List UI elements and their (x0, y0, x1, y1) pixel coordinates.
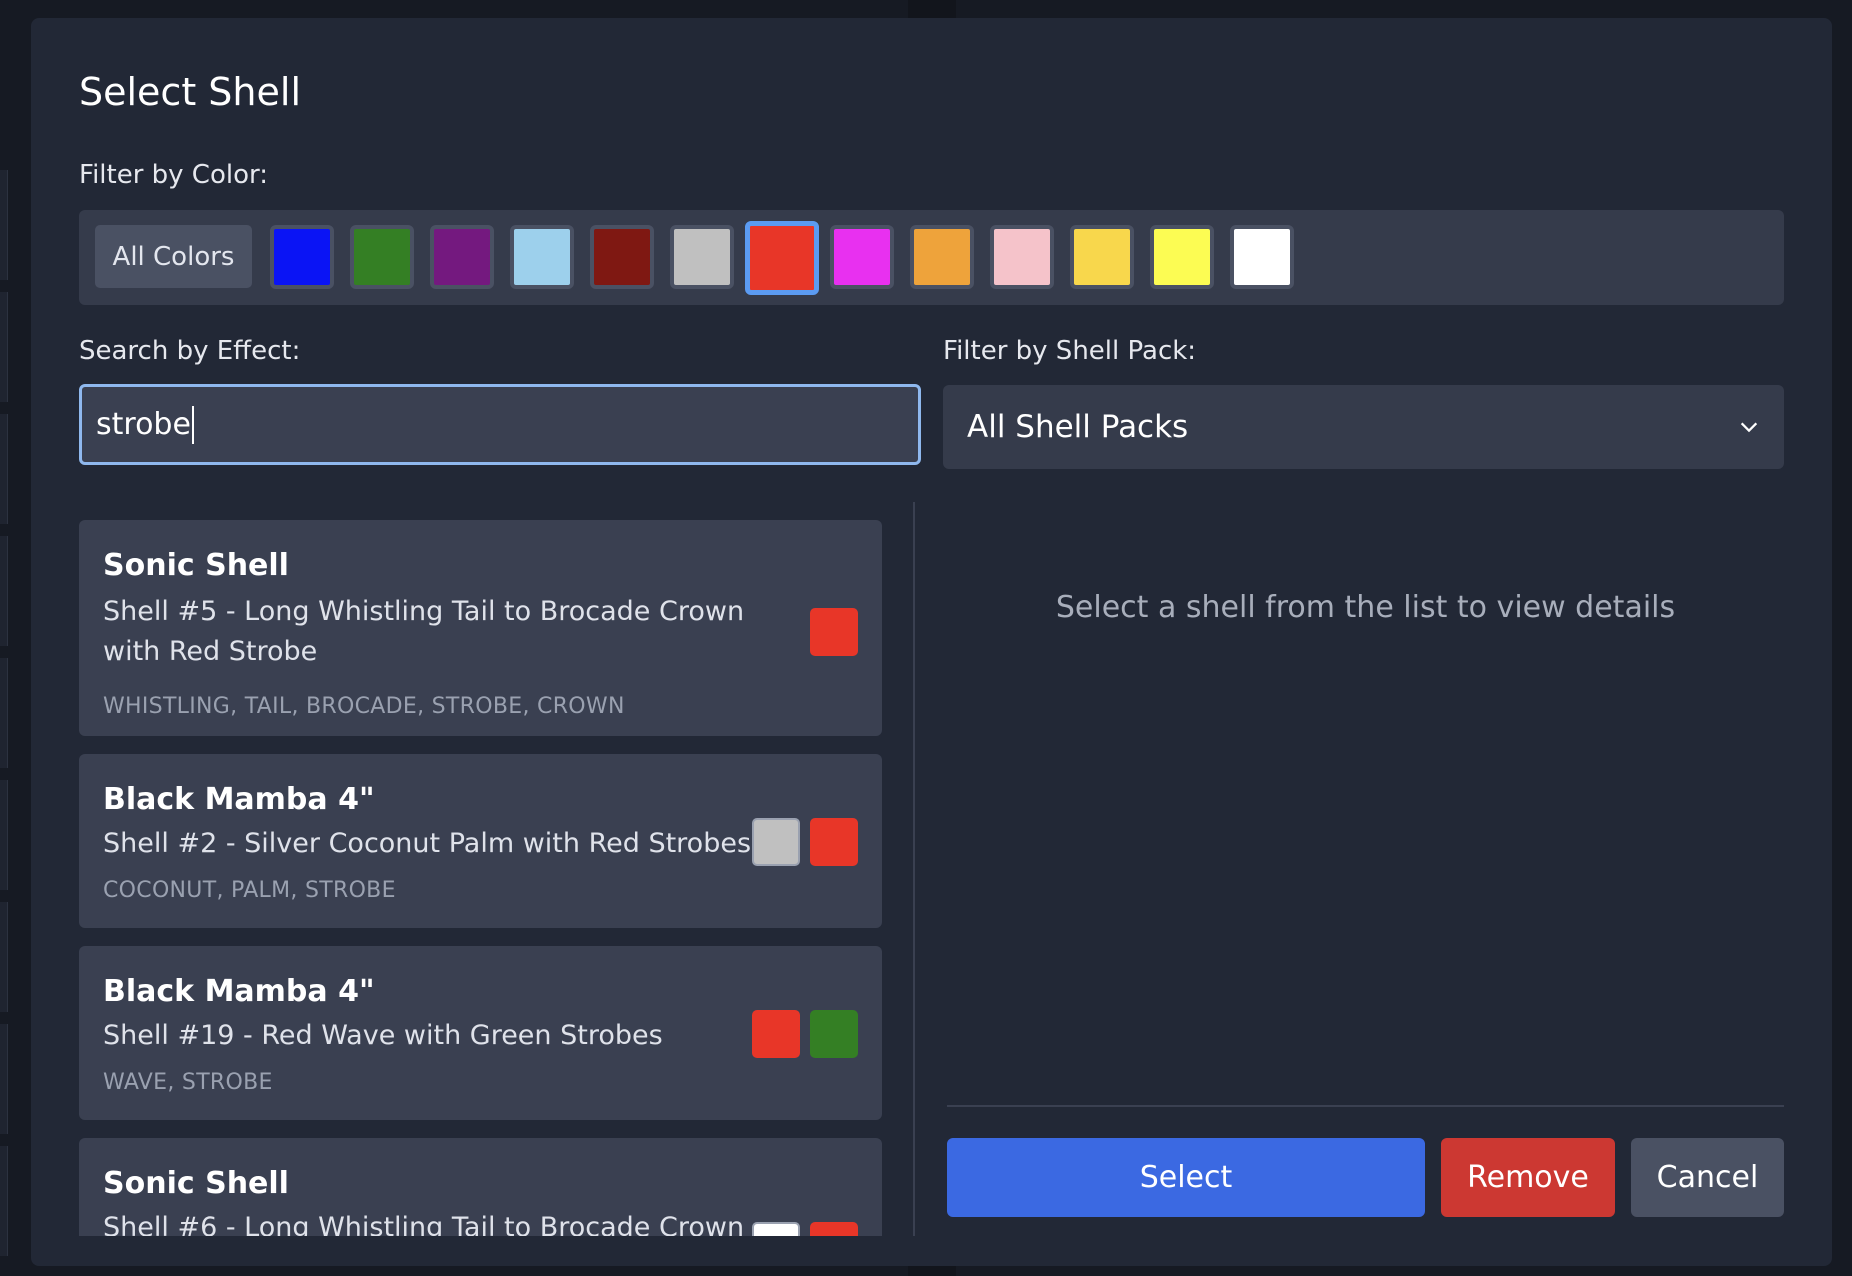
shell-name: Sonic Shell (103, 1166, 289, 1201)
search-input-value: strobe (96, 407, 191, 442)
shell-color-chip (752, 1010, 800, 1058)
shell-color-chip (810, 608, 858, 656)
color-filter-label: Filter by Color: (79, 160, 268, 190)
effect-search-input[interactable]: strobe (79, 384, 921, 465)
shell-color-chip (752, 818, 800, 866)
shell-result-item[interactable]: Sonic Shell Shell #6 - Long Whistling Ta… (79, 1138, 882, 1236)
color-swatch-pink[interactable] (990, 225, 1054, 289)
backdrop-edge (0, 170, 8, 280)
shell-color-chip (810, 818, 858, 866)
select-button[interactable]: Select (947, 1138, 1425, 1217)
color-filter-bar: All Colors (79, 210, 1784, 305)
shell-pack-select[interactable]: All Shell Packs (943, 385, 1784, 469)
color-swatch-gold[interactable] (1070, 225, 1134, 289)
shell-color-chip (810, 1010, 858, 1058)
backdrop-edge (0, 1146, 8, 1256)
shell-colors (752, 818, 858, 866)
shell-colors (810, 608, 858, 656)
color-swatch-light-blue[interactable] (510, 225, 574, 289)
color-swatch-purple[interactable] (430, 225, 494, 289)
shell-result-item[interactable]: Black Mamba 4" Shell #19 - Red Wave with… (79, 946, 882, 1120)
pack-filter-label: Filter by Shell Pack: (943, 336, 1197, 366)
backdrop-edge (0, 536, 8, 646)
all-colors-button[interactable]: All Colors (95, 225, 252, 288)
shell-results-list[interactable]: Sonic Shell Shell #5 - Long Whistling Ta… (79, 502, 882, 1236)
color-swatch-white[interactable] (1230, 225, 1294, 289)
details-placeholder: Select a shell from the list to view det… (1055, 590, 1676, 625)
shell-description: Shell #6 - Long Whistling Tail to Brocad… (103, 1212, 745, 1236)
backdrop-edge (0, 1024, 8, 1134)
shell-pack-selected: All Shell Packs (967, 409, 1189, 445)
shell-description: Shell #19 - Red Wave with Green Strobes (103, 1020, 663, 1051)
color-swatch-dark-red[interactable] (590, 225, 654, 289)
shell-name: Black Mamba 4" (103, 782, 375, 817)
backdrop-edge (0, 292, 8, 402)
color-swatch-red[interactable] (745, 221, 819, 295)
shell-tags: COCONUT, PALM, STROBE (103, 878, 396, 903)
shell-result-item[interactable]: Black Mamba 4" Shell #2 - Silver Coconut… (79, 754, 882, 928)
actions-divider (947, 1105, 1784, 1107)
shell-color-chip (752, 1222, 800, 1236)
shell-tags: WAVE, STROBE (103, 1070, 273, 1095)
backdrop-edge (0, 658, 8, 768)
color-swatch-silver[interactable] (670, 225, 734, 289)
color-swatch-magenta[interactable] (830, 225, 894, 289)
shell-colors (752, 1222, 858, 1236)
dialog-title: Select Shell (79, 70, 302, 114)
shell-colors (752, 1010, 858, 1058)
shell-color-chip (810, 1222, 858, 1236)
shell-result-item[interactable]: Sonic Shell Shell #5 - Long Whistling Ta… (79, 520, 882, 736)
shell-name: Sonic Shell (103, 548, 289, 583)
color-swatch-blue[interactable] (270, 225, 334, 289)
backdrop-edge (0, 902, 8, 1012)
cancel-button[interactable]: Cancel (1631, 1138, 1784, 1217)
backdrop-edge (0, 780, 8, 890)
list-divider (913, 502, 915, 1236)
backdrop-edge (0, 414, 8, 524)
shell-description: Shell #2 - Silver Coconut Palm with Red … (103, 828, 752, 859)
shell-name: Black Mamba 4" (103, 974, 375, 1009)
shell-description: Shell #5 - Long Whistling Tail to Brocad… (103, 596, 745, 667)
color-swatch-yellow[interactable] (1150, 225, 1214, 289)
color-swatch-orange[interactable] (910, 225, 974, 289)
chevron-down-icon (1740, 422, 1758, 433)
color-swatch-green[interactable] (350, 225, 414, 289)
select-shell-dialog: Select Shell Filter by Color: All Colors… (31, 18, 1832, 1266)
remove-button[interactable]: Remove (1441, 1138, 1615, 1217)
shell-tags: WHISTLING, TAIL, BROCADE, STROBE, CROWN (103, 694, 625, 719)
text-caret (191, 405, 194, 444)
search-label: Search by Effect: (79, 336, 301, 366)
